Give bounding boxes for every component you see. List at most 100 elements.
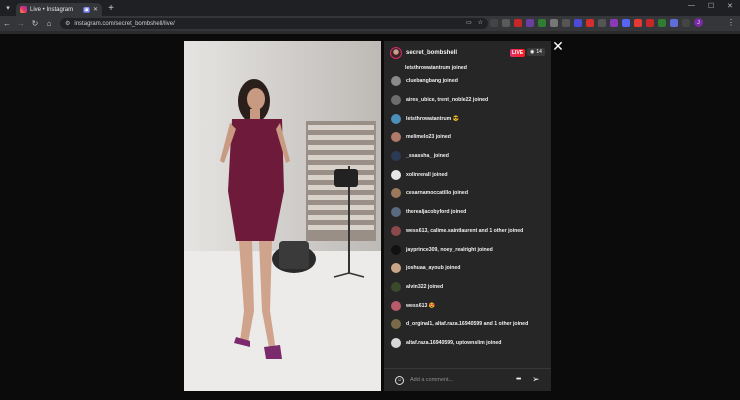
extension-icon[interactable] [598, 18, 606, 27]
extension-icon[interactable] [550, 18, 558, 27]
extension-icon[interactable] [634, 18, 642, 27]
cast-screen-icon[interactable]: ▭ [466, 19, 472, 26]
comment-row: therealjacobyford joined [384, 203, 551, 222]
site-info-icon[interactable]: ⚙ [65, 20, 70, 27]
bookmark-star-icon[interactable]: ☆ [478, 19, 483, 26]
live-video[interactable] [184, 41, 381, 391]
comment-text: letsthrowatantrum joined [405, 65, 467, 71]
comment-row: joshuaa_ayoub joined [384, 259, 551, 278]
comment-text: wess613, calime.saintlaurent and 1 other… [406, 227, 524, 234]
reload-button[interactable]: ↻ [28, 17, 42, 31]
viewer-count-value: 14 [536, 49, 542, 55]
extension-icon[interactable] [670, 18, 678, 27]
cast-icon: ▣ [83, 6, 90, 13]
send-icon[interactable]: ➢ [532, 374, 540, 385]
comment-row: aires_ubice, trent_noble22 joined [384, 91, 551, 110]
comment-row: letsthrowatantrum 😎 [384, 109, 551, 128]
live-badge: LIVE [510, 49, 526, 57]
extension-icon[interactable] [610, 18, 618, 27]
window-close-icon[interactable]: ✕ [727, 2, 733, 10]
host-avatar[interactable] [390, 46, 402, 59]
comment-text: d_orginal1, altaf.raza.16940599 and 1 ot… [406, 321, 529, 328]
browser-menu-icon[interactable]: ⋮ [727, 18, 735, 27]
comment-text: letsthrowatantrum 😎 [406, 115, 460, 122]
comment-text: alvin322 joined [406, 283, 444, 290]
comment-text: jayprince309, noey_realright joined [406, 246, 493, 253]
eye-icon: ◉ [530, 49, 535, 55]
tab-title: Live • Instagram [30, 6, 74, 13]
comment-text: cluebangbang joined [406, 78, 458, 85]
url-text: instagram.com/secret_bombshell/live/ [74, 20, 175, 27]
live-video-frame [184, 41, 381, 391]
comment-row: wess613 😍 [384, 296, 551, 315]
commenter-avatar[interactable] [391, 113, 401, 124]
comment-input[interactable] [410, 377, 510, 383]
host-username[interactable]: secret_bombshell [406, 50, 457, 56]
tab-close-icon[interactable]: ✕ [93, 6, 98, 13]
commenter-avatar[interactable] [391, 300, 401, 311]
commenter-avatar[interactable] [391, 337, 401, 348]
commenter-avatar[interactable] [391, 95, 401, 106]
extension-icon[interactable] [646, 18, 654, 27]
more-options-icon[interactable]: ••• [516, 376, 521, 383]
extensions-bar: J [490, 18, 703, 27]
live-side-panel: secret_bombshell LIVE ◉ 14 letsthrowatan… [384, 41, 551, 391]
profile-avatar-icon[interactable]: J [694, 18, 703, 27]
extension-icon[interactable] [574, 18, 582, 27]
commenter-avatar[interactable] [391, 169, 401, 180]
comment-row: altaf.raza.16940599, uptownslim joined [384, 334, 551, 353]
extension-icon[interactable] [622, 18, 630, 27]
extension-icon[interactable] [490, 18, 498, 27]
instagram-favicon-icon [20, 6, 27, 13]
extension-icon[interactable] [682, 18, 690, 27]
comment-row: d_orginal1, altaf.raza.16940599 and 1 ot… [384, 315, 551, 334]
commenter-avatar[interactable] [391, 263, 401, 274]
commenter-avatar[interactable] [391, 207, 401, 218]
commenter-avatar[interactable] [391, 225, 401, 236]
comment-row: xolinrerall joined [384, 165, 551, 184]
comment-text: therealjacobyford joined [406, 209, 467, 216]
commenter-avatar[interactable] [391, 76, 401, 87]
commenter-avatar[interactable] [391, 188, 401, 199]
extension-icon[interactable] [658, 18, 666, 27]
comment-row: _ssassha_ joined [384, 147, 551, 166]
comment-row: cluebangbang joined [384, 72, 551, 91]
comment-text: xolinrerall joined [406, 171, 448, 178]
tab-search-icon[interactable]: ▾ [0, 0, 16, 16]
emoji-icon[interactable]: ☺ [395, 375, 404, 385]
comment-text: wess613 😍 [406, 302, 436, 309]
extension-icon[interactable] [586, 18, 594, 27]
extension-icon[interactable] [538, 18, 546, 27]
comment-row: wess613, calime.saintlaurent and 1 other… [384, 222, 551, 241]
extension-icon[interactable] [526, 18, 534, 27]
commenter-avatar[interactable] [391, 151, 401, 162]
comment-text: _ssassha_ joined [406, 153, 449, 160]
comment-row: melimelo23 joined [384, 128, 551, 147]
commenter-avatar[interactable] [391, 281, 401, 292]
viewer-count[interactable]: ◉ 14 [527, 48, 545, 56]
new-tab-button[interactable]: + [104, 1, 118, 15]
back-button[interactable]: ← [0, 17, 14, 31]
comment-text: joshuaa_ayoub joined [406, 265, 461, 272]
extension-icon[interactable] [562, 18, 570, 27]
forward-button[interactable]: → [14, 17, 28, 31]
tab-instagram-live[interactable]: Live • Instagram ▣ ✕ [16, 3, 102, 16]
home-button[interactable]: ⌂ [42, 17, 56, 31]
comment-row: alvin322 joined [384, 278, 551, 297]
comment-row: cesarnamoccatillo joined [384, 184, 551, 203]
commenter-avatar[interactable] [391, 132, 401, 143]
commenter-avatar[interactable] [391, 319, 401, 330]
address-bar[interactable]: ⚙ instagram.com/secret_bombshell/live/ ▭… [60, 18, 488, 29]
extension-icon[interactable] [514, 18, 522, 27]
comment-row: jayprince309, noey_realright joined [384, 240, 551, 259]
commenter-avatar[interactable] [391, 244, 401, 255]
comment-list[interactable]: letsthrowatantrum joined cluebangbang joi… [384, 64, 551, 352]
comment-text: cesarnamoccatillo joined [406, 190, 468, 197]
comment-composer: ☺ ••• ➢ [384, 368, 551, 391]
maximize-icon[interactable]: ☐ [708, 2, 714, 10]
extension-icon[interactable] [502, 18, 510, 27]
close-live-icon[interactable]: ✕ [552, 39, 564, 53]
comment-text: aires_ubice, trent_noble22 joined [406, 97, 489, 104]
minimize-icon[interactable]: — [688, 2, 695, 9]
live-header: secret_bombshell LIVE ◉ 14 [384, 41, 551, 64]
